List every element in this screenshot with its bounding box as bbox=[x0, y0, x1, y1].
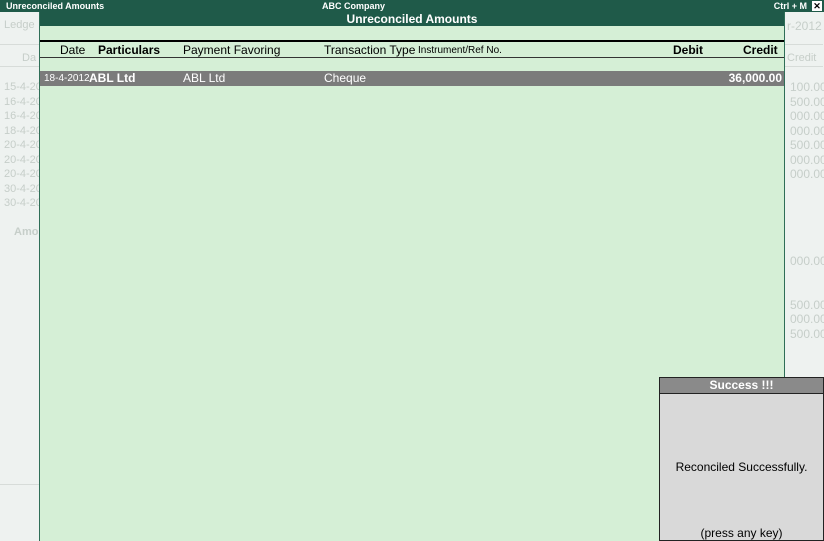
bg-date: 20-4-20 bbox=[4, 168, 42, 180]
panel-title: Unreconciled Amounts bbox=[40, 12, 784, 26]
bg-date: 20-4-20 bbox=[4, 153, 42, 166]
success-dialog[interactable]: Success !!! Reconciled Successfully. (pr… bbox=[659, 377, 824, 541]
col-particulars: Particulars bbox=[98, 43, 161, 57]
bg-divider bbox=[783, 44, 823, 45]
bg-value: 500.00 bbox=[790, 138, 824, 152]
row-credit: 36,000.00 bbox=[728, 71, 782, 85]
row-transaction-type: Cheque bbox=[324, 71, 367, 85]
col-payment-favoring: Payment Favoring bbox=[183, 43, 281, 57]
bg-value: 500.00 bbox=[790, 94, 824, 109]
bg-date-header: Da bbox=[22, 52, 37, 64]
bg-value-list: 100.00 500.00 000.00 000.00 500.00 000.0… bbox=[790, 80, 824, 182]
company-name: ABC Company bbox=[322, 1, 386, 11]
header-bottom-rule bbox=[40, 57, 784, 58]
col-debit: Debit bbox=[673, 43, 703, 57]
bg-divider bbox=[0, 484, 40, 485]
bg-ledger-label: Ledge bbox=[4, 19, 35, 31]
bg-value: 000.00 bbox=[790, 167, 824, 181]
bg-date: 16-4-20 bbox=[4, 110, 42, 122]
bg-date: 20-4-20 bbox=[4, 139, 42, 151]
col-transaction-type: Transaction Type bbox=[324, 43, 416, 57]
col-instrument: Instrument/Ref No. bbox=[418, 45, 502, 56]
bg-divider bbox=[783, 66, 823, 67]
bg-credit-header: Credit bbox=[787, 52, 817, 64]
bg-amount-label: Amo bbox=[14, 226, 39, 238]
header-top-rule bbox=[40, 40, 784, 42]
bg-date: 30-4-20 bbox=[4, 197, 42, 209]
dialog-hint: (press any key) bbox=[700, 526, 783, 540]
bg-value bbox=[790, 283, 824, 298]
bg-value: 100.00 bbox=[790, 80, 824, 94]
bg-value: 000.00 bbox=[790, 254, 824, 268]
close-icon[interactable]: ✕ bbox=[812, 1, 822, 11]
shortcut-hint: Ctrl + M bbox=[773, 1, 807, 11]
bg-date: 30-4-20 bbox=[4, 182, 42, 195]
title-bar: Unreconciled Amounts ABC Company Ctrl + … bbox=[0, 0, 824, 12]
bg-value: 000.00 bbox=[790, 312, 824, 326]
bg-divider bbox=[0, 66, 40, 67]
row-date: 18-4-2012 bbox=[44, 73, 90, 84]
bg-divider bbox=[0, 44, 40, 45]
bg-value: 000.00 bbox=[790, 152, 824, 167]
bg-value: 000.00 bbox=[790, 123, 824, 138]
table-row[interactable]: 18-4-2012 ABL Ltd ABL Ltd Cheque 36,000.… bbox=[40, 71, 784, 86]
bg-value bbox=[790, 269, 824, 284]
bg-date: 16-4-20 bbox=[4, 95, 42, 108]
bg-value: 500.00 bbox=[790, 297, 824, 312]
col-credit: Credit bbox=[743, 43, 778, 57]
bg-value-list-lower: 000.00 500.00 000.00 500.00 bbox=[790, 254, 824, 341]
bg-value: 500.00 bbox=[790, 326, 824, 341]
bg-value: 000.00 bbox=[790, 109, 824, 123]
bg-date-list: 15-4-20 16-4-20 16-4-20 18-4-20 20-4-20 … bbox=[4, 80, 42, 211]
dialog-message: Reconciled Successfully. bbox=[675, 460, 808, 474]
bg-date: 15-4-20 bbox=[4, 81, 42, 93]
row-payment-favoring: ABL Ltd bbox=[183, 71, 226, 85]
dialog-title: Success !!! bbox=[660, 378, 823, 394]
window-title: Unreconciled Amounts bbox=[6, 1, 105, 11]
row-particulars: ABL Ltd bbox=[89, 71, 136, 85]
bg-date: 18-4-20 bbox=[4, 124, 42, 137]
bg-year-label: r-2012 bbox=[787, 19, 822, 33]
col-date: Date bbox=[60, 43, 86, 57]
